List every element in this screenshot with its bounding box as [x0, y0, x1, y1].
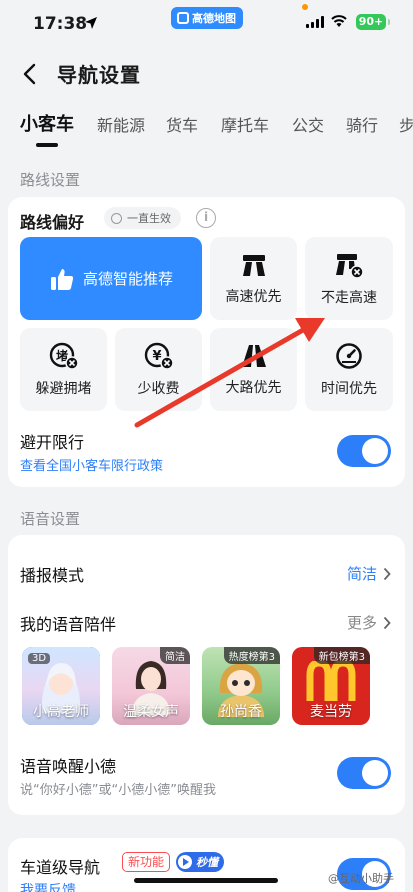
more-voices-label: 更多 [346, 614, 377, 632]
voice-section-label: 语音设置 [20, 510, 81, 528]
option-avoid-congestion-label: 躲避拥堵 [35, 380, 92, 397]
option-smart-label: 高德智能推荐 [82, 270, 173, 288]
home-indicator[interactable] [134, 878, 278, 883]
location-arrow-icon [85, 17, 97, 29]
tab-motorcycle[interactable]: 摩托车 [221, 112, 269, 136]
option-avoid-highway[interactable]: 不走高速 [305, 237, 393, 320]
avoid-congestion-icon: 堵 [49, 342, 79, 370]
option-smart-recommend[interactable]: 高德智能推荐 [20, 237, 202, 320]
voice-tag: 热度榜第3 [223, 647, 280, 664]
option-highway-first-label: 高速优先 [225, 288, 282, 305]
avoid-restriction-title: 避开限行 [20, 433, 85, 452]
option-less-toll[interactable]: ¥ 少收费 [115, 328, 202, 411]
speedometer-icon [336, 342, 362, 369]
voice-wake-subtitle: 说“你好小德”或“小德小德”唤醒我 [20, 783, 216, 798]
no-highway-icon [336, 253, 364, 279]
tab-cycling[interactable]: 骑行 [346, 112, 378, 136]
info-icon[interactable]: i [196, 208, 216, 228]
avoid-restriction-toggle[interactable] [337, 435, 391, 467]
broadcast-mode-title: 播报模式 [20, 566, 85, 585]
svg-text:¥: ¥ [152, 349, 161, 364]
voice-companion-title: 我的语音陪伴 [20, 615, 117, 634]
voice-tag: 新包榜第3 [313, 647, 370, 664]
route-preference-title: 路线偏好 [20, 213, 85, 232]
page-title: 导航设置 [57, 63, 141, 87]
voice-sun-shangxiang[interactable]: 热度榜第3 孙尚香 [202, 647, 280, 725]
option-time-first[interactable]: 时间优先 [305, 328, 393, 411]
always-effective-toggle[interactable]: 一直生效 [104, 207, 181, 229]
app-return-pill[interactable]: 高德地图 [171, 7, 243, 29]
broadcast-mode-value: 简洁 [346, 565, 377, 583]
broadcast-mode-selector[interactable]: 简洁 [347, 563, 391, 584]
app-return-label: 高德地图 [192, 12, 236, 25]
route-section-label: 路线设置 [20, 171, 81, 189]
voice-name: 孙尚香 [220, 704, 262, 720]
option-main-road[interactable]: 大路优先 [210, 328, 297, 411]
quick-understand-video-badge[interactable]: 秒懂 [176, 852, 224, 872]
status-bar: 17:38 高德地图 90+ [0, 0, 413, 48]
option-time-first-label: 时间优先 [321, 380, 377, 397]
voice-tag-3d: 3D [28, 653, 51, 664]
cellular-signal-icon [306, 16, 324, 28]
wifi-icon [331, 15, 347, 27]
vehicle-tabs: 小客车 新能源 货车 摩托车 公交 骑行 步 [0, 108, 413, 147]
voice-wake-toggle[interactable] [337, 757, 391, 789]
tab-car[interactable]: 小客车 [20, 110, 74, 136]
lane-navigation-title: 车道级导航 [20, 858, 101, 877]
quick-understand-label: 秒懂 [196, 856, 218, 869]
thumbs-up-icon [50, 268, 74, 290]
chevron-right-icon [383, 567, 391, 580]
status-time: 17:38 [33, 14, 88, 34]
tab-truck[interactable]: 货车 [166, 112, 198, 136]
more-voices-link[interactable]: 更多 [347, 612, 391, 633]
restriction-policy-link[interactable]: 查看全国小客车限行政策 [20, 455, 163, 474]
always-effective-label: 一直生效 [127, 212, 171, 225]
route-card: 路线偏好 一直生效 i 高德智能推荐 高速优先 不走高速 堵 躲避拥堵 ¥ 少收… [8, 197, 405, 487]
option-main-road-label: 大路优先 [225, 379, 282, 396]
amap-logo-icon [177, 12, 189, 24]
voice-mcdonalds[interactable]: 新包榜第3 麦当劳 [292, 647, 370, 725]
voice-name: 小高老师 [33, 704, 89, 720]
option-avoid-highway-label: 不走高速 [321, 289, 377, 306]
voice-tag: 简洁 [160, 647, 190, 664]
less-toll-icon: ¥ [144, 342, 174, 370]
back-chevron-icon[interactable] [20, 62, 40, 86]
option-less-toll-label: 少收费 [137, 380, 180, 397]
highway-icon [242, 254, 265, 276]
feedback-link[interactable]: 我要反馈 [20, 880, 76, 892]
golden-arches-logo [306, 661, 356, 701]
voice-card: 播报模式 简洁 我的语音陪伴 更多 3D 小高老师 简洁 温柔女声 热度榜第3 … [8, 535, 405, 815]
main-road-icon [241, 344, 266, 367]
option-highway-first[interactable]: 高速优先 [210, 237, 297, 320]
voice-wake-title: 语音唤醒小德 [20, 757, 117, 776]
voice-gentle-female[interactable]: 简洁 温柔女声 [112, 647, 190, 725]
option-avoid-congestion[interactable]: 堵 躲避拥堵 [20, 328, 107, 411]
voice-name: 温柔女声 [123, 704, 179, 720]
radio-circle-icon [111, 212, 122, 224]
voice-xiaogao-teacher[interactable]: 3D 小高老师 [22, 647, 100, 725]
new-feature-badge: 新功能 [122, 852, 171, 872]
tab-walk[interactable]: 步 [399, 112, 413, 136]
active-tab-indicator [36, 143, 58, 147]
tab-bus[interactable]: 公交 [292, 112, 324, 136]
tab-new-energy[interactable]: 新能源 [97, 112, 145, 136]
play-icon [178, 855, 192, 869]
watermark: @互动小助手 [328, 872, 394, 885]
chevron-right-icon [383, 616, 391, 629]
voice-name: 麦当劳 [310, 704, 352, 720]
battery-indicator: 90+ [356, 14, 390, 30]
privacy-indicator-dot [302, 4, 308, 10]
